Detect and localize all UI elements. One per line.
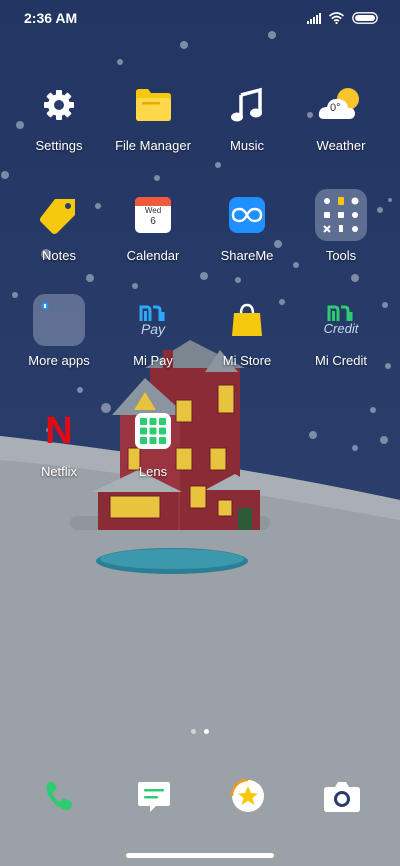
app-label: More apps xyxy=(28,353,90,368)
app-more-apps[interactable]: More apps xyxy=(9,294,109,404)
app-label: Weather xyxy=(316,138,366,153)
phone-icon xyxy=(46,782,72,811)
app-label: Settings xyxy=(35,138,83,153)
app-label: Mi Pay xyxy=(133,353,173,368)
home-indicator[interactable] xyxy=(126,853,274,858)
camera-icon xyxy=(324,782,360,812)
browser-star-icon xyxy=(230,778,264,812)
app-label: Mi Store xyxy=(222,353,272,368)
lens-grid-icon xyxy=(127,405,179,457)
tools-folder-icon xyxy=(315,189,367,241)
app-netflix[interactable]: N Netflix xyxy=(9,405,109,515)
dock-camera[interactable] xyxy=(316,770,368,822)
calendar-icon: Wed 6 xyxy=(127,189,179,241)
dock-browser[interactable] xyxy=(222,770,274,822)
app-mi-pay[interactable]: Pay Mi Pay xyxy=(103,294,203,404)
tag-icon xyxy=(33,189,85,241)
mi-credit-logo-text: Credit xyxy=(323,321,359,336)
app-lens[interactable]: Lens xyxy=(103,405,203,515)
dock-phone[interactable] xyxy=(33,770,85,822)
weather-temp: 0° xyxy=(330,102,341,114)
netflix-logo-text: N xyxy=(45,410,73,452)
app-notes[interactable]: Notes xyxy=(9,189,109,299)
app-label: Notes xyxy=(42,248,76,263)
shareme-icon xyxy=(221,189,273,241)
app-label: Netflix xyxy=(40,464,78,479)
app-shareme[interactable]: ShareMe xyxy=(197,189,297,299)
status-time: 2:36 AM xyxy=(24,10,78,26)
app-label: Lens xyxy=(138,464,168,479)
signal-icon xyxy=(307,12,321,24)
music-note-icon xyxy=(221,79,273,131)
mi-credit-icon: Credit xyxy=(315,294,367,346)
app-file-manager[interactable]: File Manager xyxy=(103,79,203,189)
netflix-icon: N xyxy=(33,405,85,457)
app-mi-credit[interactable]: Credit Mi Credit xyxy=(291,294,391,404)
status-icons xyxy=(307,11,378,25)
battery-icon xyxy=(352,12,378,24)
dock-messages[interactable] xyxy=(128,770,180,822)
app-label: ShareMe xyxy=(220,248,274,263)
messages-icon xyxy=(138,782,170,812)
weather-icon: 0° xyxy=(315,79,367,131)
app-label: Calendar xyxy=(126,248,180,263)
page-dot[interactable] xyxy=(191,729,196,734)
status-bar: 2:36 AM xyxy=(0,0,400,36)
app-label: Tools xyxy=(325,248,357,263)
app-mi-store[interactable]: Mi Store xyxy=(197,294,297,404)
app-label: Music xyxy=(230,138,264,153)
calendar-day-name: Wed xyxy=(144,206,162,215)
app-label: File Manager xyxy=(115,138,191,153)
app-settings[interactable]: Settings xyxy=(9,79,109,189)
app-music[interactable]: Music xyxy=(197,79,297,189)
page-indicator xyxy=(0,729,400,734)
calendar-day-number: 6 xyxy=(150,216,156,227)
mi-pay-icon: Pay xyxy=(127,294,179,346)
folder-icon xyxy=(127,79,179,131)
app-weather[interactable]: 0° Weather xyxy=(291,79,391,189)
app-label: Mi Credit xyxy=(314,353,367,368)
gear-icon xyxy=(33,79,85,131)
dock xyxy=(0,770,400,824)
app-tools[interactable]: Tools xyxy=(291,189,391,299)
folder-icon xyxy=(33,294,85,346)
shopping-bag-icon xyxy=(221,294,273,346)
wifi-icon xyxy=(329,12,344,24)
app-calendar[interactable]: Wed 6 Calendar xyxy=(103,189,203,299)
page-dot-active[interactable] xyxy=(204,729,209,734)
mi-pay-logo-text: Pay xyxy=(140,321,166,337)
